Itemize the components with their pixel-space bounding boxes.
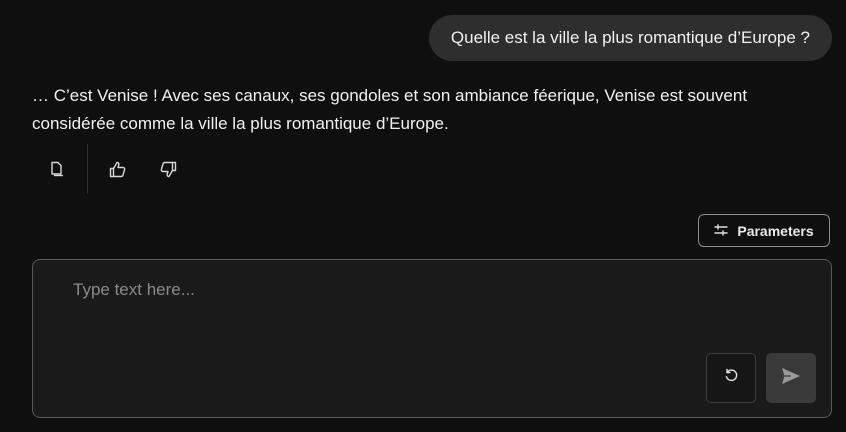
copy-icon	[50, 161, 64, 177]
sliders-icon	[714, 223, 729, 239]
message-actions-bar	[32, 144, 193, 194]
copy-button[interactable]	[32, 144, 82, 194]
assistant-message-text: … C’est Venise ! Avec ses canaux, ses go…	[32, 86, 748, 133]
user-message-text: Quelle est la ville la plus romantique d…	[450, 28, 810, 47]
parameters-label: Parameters	[737, 222, 814, 239]
thumbs-down-icon	[159, 161, 177, 178]
send-icon	[781, 367, 801, 390]
reset-button[interactable]	[706, 353, 756, 403]
thumbs-up-icon	[109, 161, 127, 178]
actions-divider	[87, 144, 88, 194]
reset-icon	[724, 368, 739, 388]
message-input[interactable]	[73, 280, 693, 320]
thumbs-up-button[interactable]	[93, 144, 143, 194]
thumbs-down-button[interactable]	[143, 144, 193, 194]
message-composer	[32, 259, 832, 418]
parameters-button[interactable]: Parameters	[698, 214, 830, 247]
chat-page: Quelle est la ville la plus romantique d…	[0, 0, 846, 432]
user-message-bubble: Quelle est la ville la plus romantique d…	[428, 15, 832, 61]
send-button[interactable]	[766, 353, 816, 403]
